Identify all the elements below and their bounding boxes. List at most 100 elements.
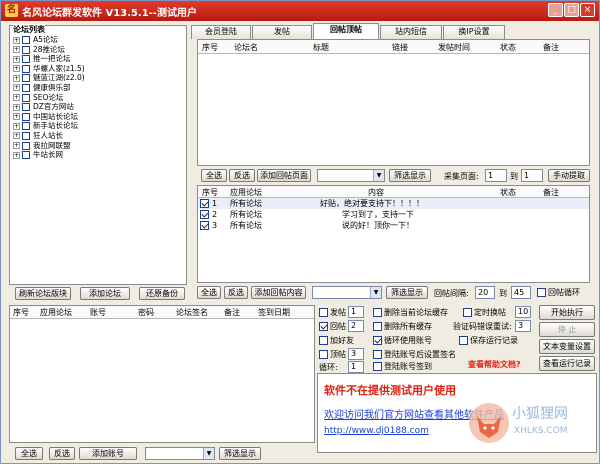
row-checkbox[interactable] (200, 210, 209, 219)
checkin-checkbox[interactable]: 登陆账号签到 (373, 361, 432, 372)
forum-tree-item[interactable]: + A5论坛 (13, 35, 183, 45)
forum-checkbox[interactable] (22, 122, 30, 131)
forum-tree-item[interactable]: + 健康俱乐部 (13, 83, 183, 93)
tab-private-message[interactable]: 站内短信 (380, 25, 442, 39)
forum-tree-item[interactable]: + 魅蓝江湖(z2.0) (13, 73, 183, 83)
invert-selection-button[interactable]: 反选 (229, 169, 255, 182)
checkbox-box[interactable] (319, 350, 328, 359)
bottom-filter-button[interactable]: 筛选显示 (219, 447, 261, 460)
checkbox-box[interactable] (373, 308, 382, 317)
mid-filter-select[interactable]: ▼ (312, 286, 382, 299)
invert-selection-button[interactable]: 反选 (224, 286, 248, 299)
maximize-button[interactable]: □ (564, 3, 579, 17)
forum-tree-item[interactable]: +28推论坛 (13, 45, 183, 55)
checkbox-box[interactable] (319, 322, 328, 331)
select-all-button[interactable]: 全选 (197, 286, 221, 299)
table-row[interactable]: 1 所有论坛 好贴，绝对要支持下！！！！ (198, 198, 589, 209)
mid-filter-button[interactable]: 筛选显示 (386, 286, 428, 299)
expand-icon[interactable]: + (13, 122, 20, 130)
sign-after-login-checkbox[interactable]: 登陆账号后设置签名 (373, 349, 456, 360)
table-row[interactable]: 3 所有论坛 说的好！顶你一下！ (198, 220, 589, 231)
bottom-filter-select[interactable]: ▼ (145, 447, 215, 460)
forum-checkbox[interactable] (22, 93, 30, 102)
view-log-button[interactable]: 查看运行记录 (539, 356, 595, 371)
select-all-button[interactable]: 全选 (15, 447, 43, 460)
forum-checkbox[interactable] (22, 36, 30, 44)
collect-to-input[interactable]: 1 (521, 169, 543, 182)
forum-checkbox[interactable] (22, 141, 30, 150)
manual-extract-button[interactable]: 手动提取 (548, 169, 590, 182)
forum-tree-item[interactable]: + 狂人站长 (13, 131, 183, 141)
invert-selection-button[interactable]: 反选 (49, 447, 75, 460)
reply-count-input[interactable]: 2 (348, 320, 364, 332)
reply-checkbox[interactable]: 回帖 (319, 321, 346, 332)
checkbox-box[interactable] (373, 350, 382, 359)
forum-checkbox[interactable] (22, 112, 30, 121)
expand-icon[interactable]: + (13, 113, 20, 121)
table-row[interactable]: 2 所有论坛 学习到了，支持一下 (198, 209, 589, 220)
interval-to-input[interactable]: 45 (511, 286, 531, 299)
row-checkbox[interactable] (200, 199, 209, 208)
post-count-input[interactable]: 1 (348, 306, 364, 318)
forum-tree-item[interactable]: + SEO论坛 (13, 93, 183, 103)
tab-post[interactable]: 发帖 (252, 25, 312, 39)
forum-tree-item[interactable]: + 牛站长网 (13, 150, 183, 160)
expand-icon[interactable]: + (13, 46, 20, 54)
tab-ip-settings[interactable]: 换IP设置 (443, 25, 505, 39)
forum-tree-item[interactable]: + 华螺人家(z1.5) (13, 64, 183, 74)
post-checkbox[interactable]: 发帖 (319, 307, 346, 318)
bump-checkbox[interactable]: 顶帖 (319, 349, 346, 360)
add-account-button[interactable]: 添加账号 (79, 447, 137, 460)
collect-from-input[interactable]: 1 (485, 169, 507, 182)
forum-checkbox[interactable] (22, 83, 30, 92)
refresh-sections-button[interactable]: 刷新论坛版块 (15, 287, 71, 300)
loop-count-input[interactable]: 1 (348, 361, 364, 373)
checkbox-box[interactable] (373, 336, 382, 345)
checkbox-box[interactable] (373, 322, 382, 331)
forum-checkbox[interactable] (22, 151, 30, 160)
reply-loop-checkbox[interactable]: 回帖循环 (537, 287, 580, 298)
timed-switch-checkbox[interactable]: 定时换帖 (463, 307, 506, 318)
minimize-button[interactable]: _ (548, 3, 563, 17)
checkbox-box[interactable] (537, 288, 546, 297)
website-url[interactable]: http://www.dj0188.com (324, 426, 429, 437)
forum-tree-item[interactable]: + DZ官方网站 (13, 102, 183, 112)
tab-reply-bump[interactable]: 回帖顶帖 (313, 23, 379, 40)
add-forum-button[interactable]: 添加论坛 (80, 287, 130, 300)
del-current-cache-checkbox[interactable]: 删除当前论坛缓存 (373, 307, 448, 318)
expand-icon[interactable]: + (13, 94, 20, 102)
checkbox-box[interactable] (319, 308, 328, 317)
forum-checkbox[interactable] (22, 45, 30, 54)
save-log-checkbox[interactable]: 保存运行记录 (459, 335, 518, 346)
forum-checkbox[interactable] (22, 74, 30, 83)
expand-icon[interactable]: + (13, 74, 20, 82)
top-filter-button[interactable]: 筛选显示 (389, 169, 431, 182)
row-checkbox[interactable] (200, 221, 209, 230)
interval-from-input[interactable]: 20 (475, 286, 495, 299)
checkbox-box[interactable] (463, 308, 472, 317)
close-button[interactable]: × (580, 3, 595, 17)
help-link[interactable]: 查看帮助文档? (468, 359, 521, 370)
add-friend-checkbox[interactable]: 加好友 (319, 335, 354, 346)
expand-icon[interactable]: + (13, 103, 20, 111)
add-reply-page-button[interactable]: 添加回帖页面 (257, 169, 311, 182)
forum-checkbox[interactable] (22, 103, 30, 112)
select-all-button[interactable]: 全选 (201, 169, 227, 182)
restore-backup-button[interactable]: 还原备份 (139, 287, 185, 300)
add-reply-content-button[interactable]: 添加回帖内容 (251, 286, 306, 299)
forum-tree-item[interactable]: + 我拉网联盟 (13, 141, 183, 151)
text-settings-button[interactable]: 文本变量设置 (539, 339, 595, 354)
start-button[interactable]: 开始执行 (539, 305, 595, 320)
forum-checkbox[interactable] (22, 64, 30, 73)
loop-account-checkbox[interactable]: 循环使用账号 (373, 335, 432, 346)
forum-checkbox[interactable] (22, 131, 30, 140)
forum-tree-item[interactable]: + 中国站长论坛 (13, 112, 183, 122)
expand-icon[interactable]: + (13, 142, 20, 150)
bump-count-input[interactable]: 3 (348, 348, 364, 360)
expand-icon[interactable]: + (13, 84, 20, 92)
forum-tree-item[interactable]: + 新手站长论坛 (13, 121, 183, 131)
checkbox-box[interactable] (373, 362, 382, 371)
expand-icon[interactable]: + (13, 151, 20, 159)
checkbox-box[interactable] (459, 336, 468, 345)
expand-icon[interactable]: + (13, 132, 20, 140)
